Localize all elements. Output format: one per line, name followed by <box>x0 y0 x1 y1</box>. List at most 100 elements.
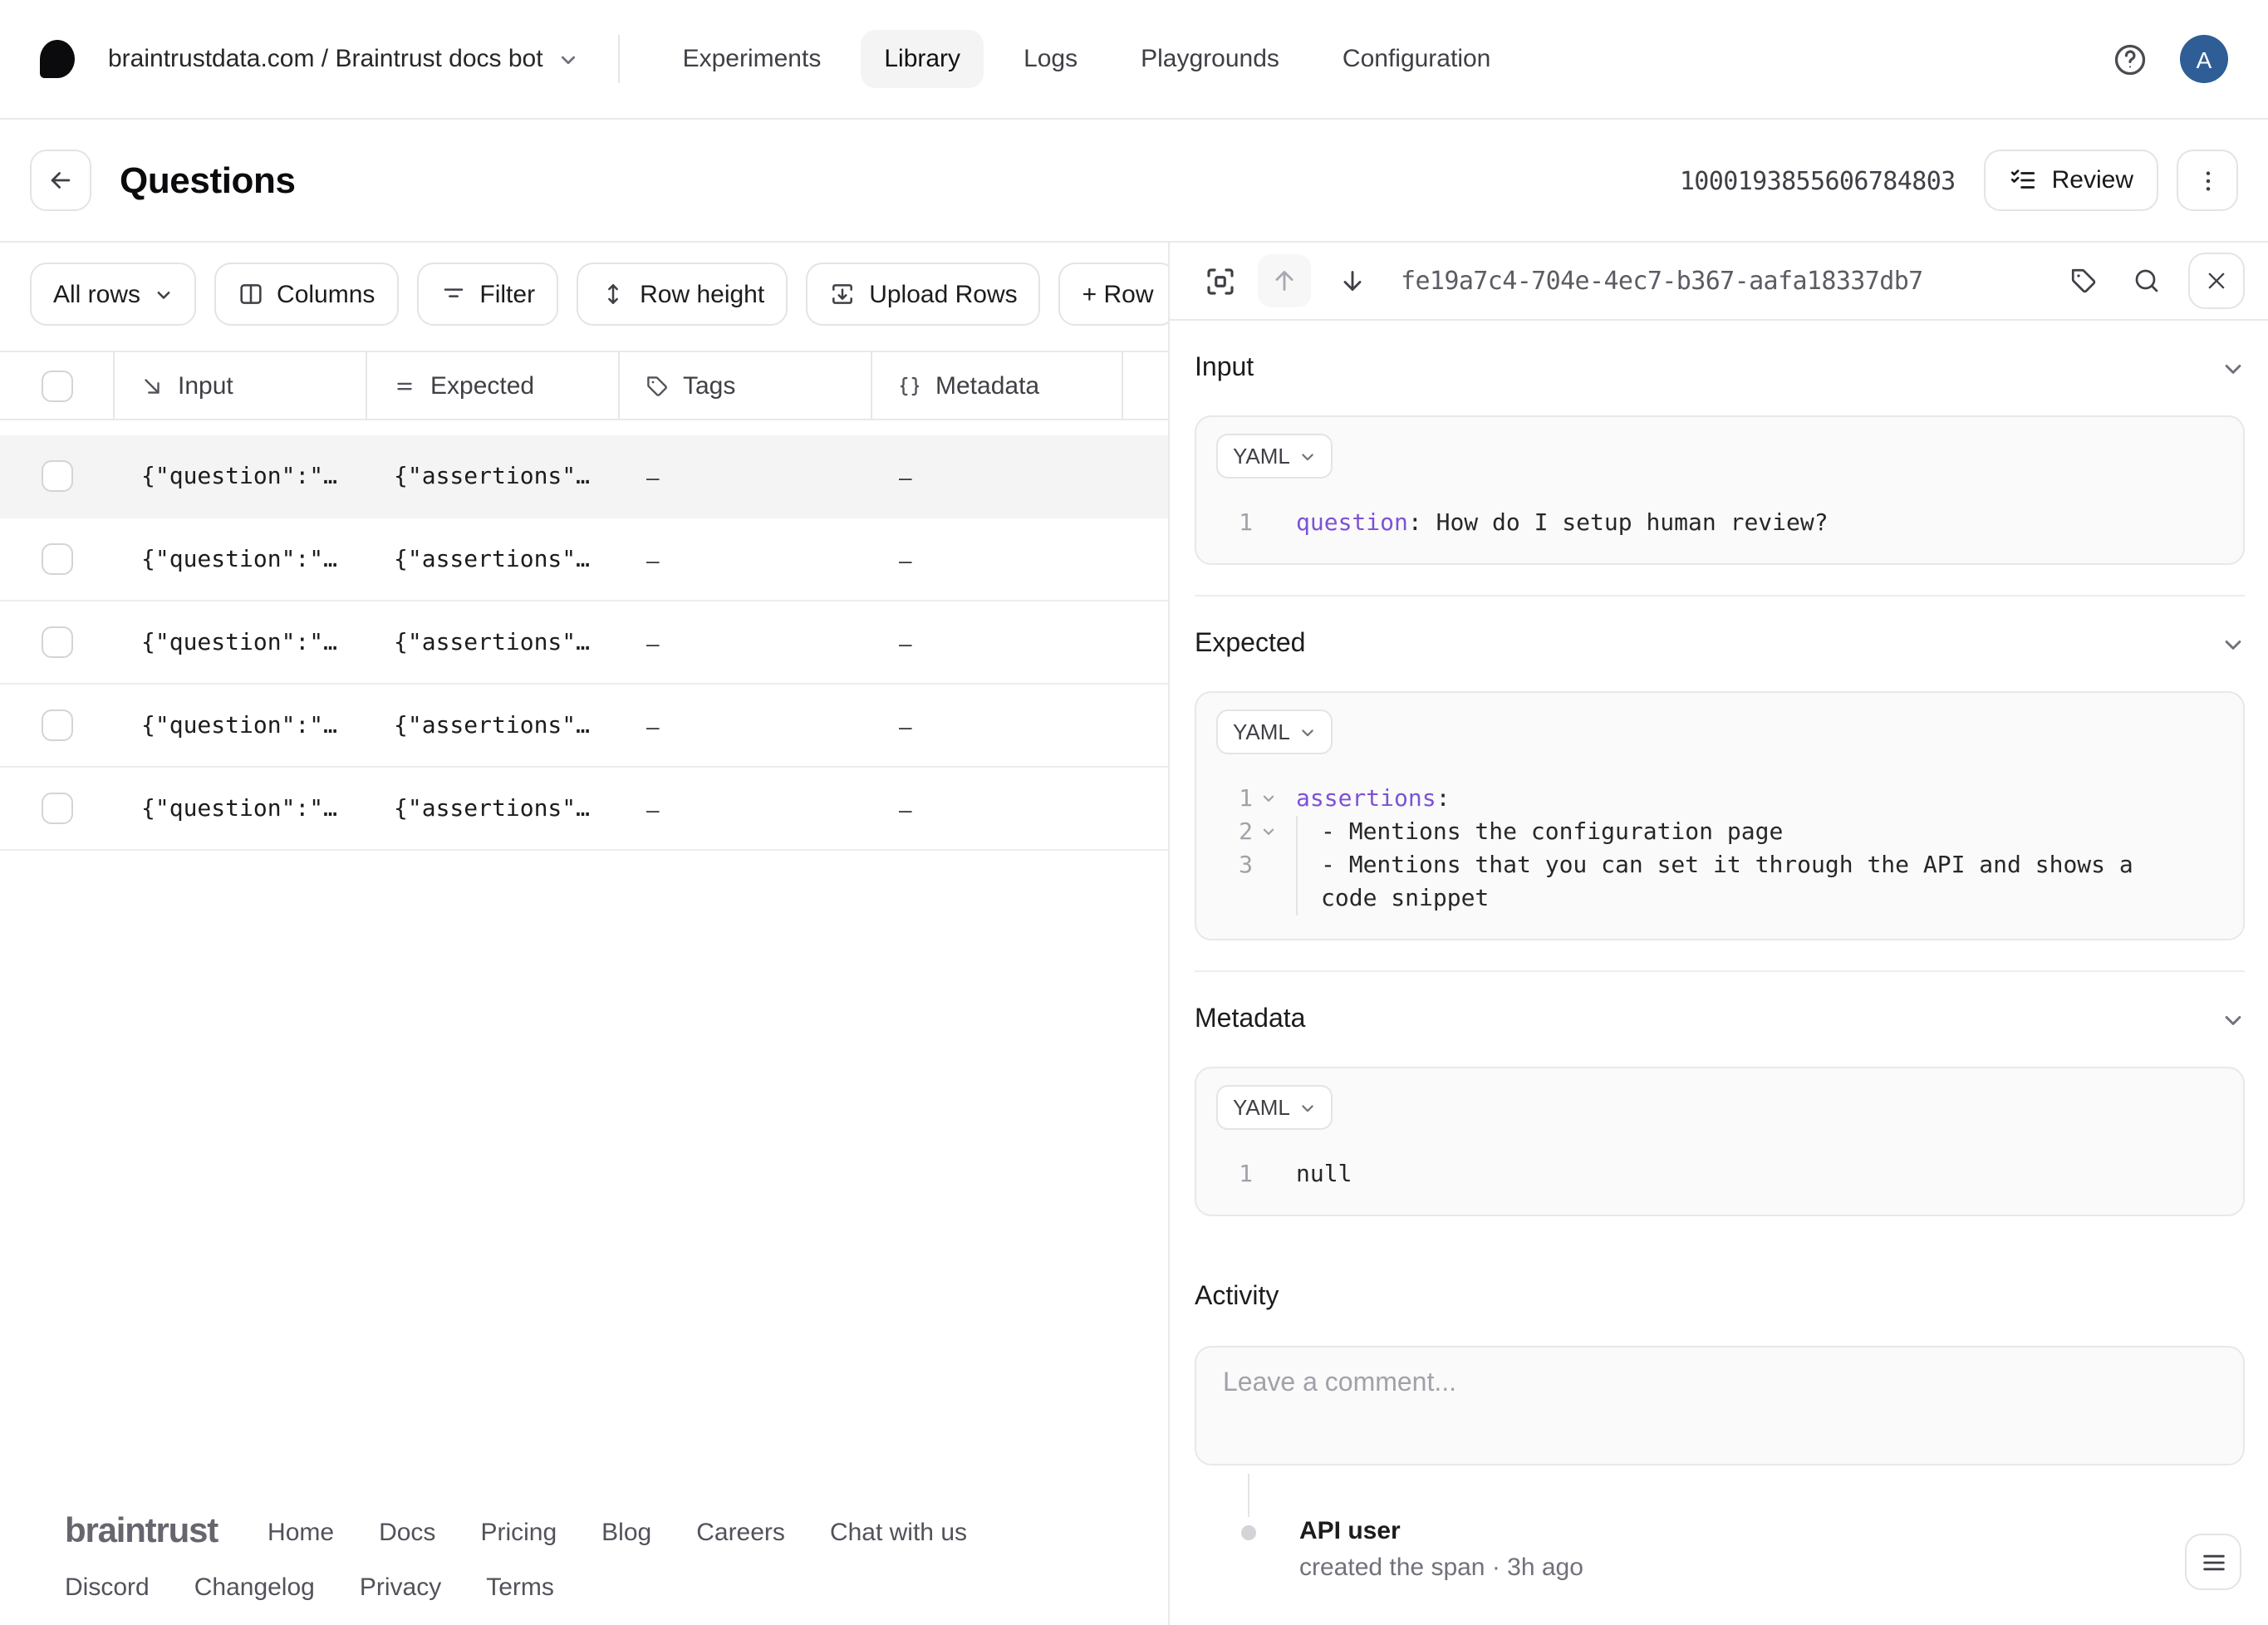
row-height-button[interactable]: Row height <box>577 263 788 326</box>
cell-metadata: – <box>899 795 912 822</box>
table-row[interactable]: {"question":"… {"assertions"… – – <box>0 685 1168 768</box>
expected-section: Expected YAML 1 assertions: 2- Mentions the … <box>1195 596 2245 972</box>
cell-expected: {"assertions"… <box>394 712 591 739</box>
cell-input: {"question":"… <box>141 712 338 739</box>
chevron-down-icon <box>558 49 578 69</box>
event-description: created the span · 3h ago <box>1299 1554 1583 1582</box>
footer-link-blog[interactable]: Blog <box>601 1518 651 1546</box>
select-all-checkbox[interactable] <box>41 370 72 401</box>
footer-link-home[interactable]: Home <box>268 1518 334 1546</box>
cell-tags: – <box>646 712 660 739</box>
upload-rows-button[interactable]: Upload Rows <box>806 263 1041 326</box>
nav-tab-experiments[interactable]: Experiments <box>660 30 845 88</box>
add-row-button[interactable]: + Row <box>1058 263 1168 326</box>
row-checkbox[interactable] <box>41 709 72 741</box>
table-row[interactable]: {"question":"… {"assertions"… – – <box>0 601 1168 685</box>
avatar[interactable]: A <box>2180 35 2228 83</box>
column-header-metadata[interactable]: Metadata <box>871 352 1123 419</box>
footer-link-privacy[interactable]: Privacy <box>360 1573 441 1602</box>
fold-chevron-icon[interactable] <box>1253 816 1283 839</box>
cell-metadata: – <box>899 629 912 655</box>
cell-metadata: – <box>899 546 912 572</box>
format-label: YAML <box>1233 719 1290 744</box>
braces-icon <box>897 373 922 398</box>
line-number: 1 <box>1239 1161 1253 1188</box>
input-section: Input YAML 1 question: How do I setup human… <box>1195 321 2245 596</box>
braintrust-wordmark: braintrust <box>65 1512 218 1550</box>
detail-panel: fe19a7c4-704e-4ec7-b367-aafa18337db7 Inp… <box>1170 243 2268 1625</box>
row-checkbox[interactable] <box>41 793 72 824</box>
table-row[interactable]: {"question":"… {"assertions"… – – <box>0 435 1168 518</box>
cell-input: {"question":"… <box>141 546 338 572</box>
cell-expected: {"assertions"… <box>394 795 591 822</box>
table-toolbar: All rows Columns Filter Row height Uploa… <box>0 243 1168 352</box>
code-line: 1 null <box>1216 1158 2223 1191</box>
footer-link-discord[interactable]: Discord <box>65 1573 150 1602</box>
braintrust-logo-icon[interactable] <box>40 40 75 78</box>
table-row[interactable]: {"question":"… {"assertions"… – – <box>0 768 1168 851</box>
format-dropdown[interactable]: YAML <box>1216 709 1333 754</box>
filter-button[interactable]: Filter <box>416 263 559 326</box>
column-header-input[interactable]: Input <box>113 352 366 419</box>
code-line: 3- Mentions that you can set it through … <box>1216 849 2223 916</box>
more-options-button[interactable] <box>2177 150 2238 211</box>
all-rows-label: All rows <box>53 280 141 308</box>
row-checkbox[interactable] <box>41 543 72 575</box>
cell-tags: – <box>646 795 660 822</box>
chevron-down-icon[interactable] <box>2221 633 2245 656</box>
review-button[interactable]: Review <box>1983 150 2158 211</box>
footer-link-terms[interactable]: Terms <box>486 1573 554 1602</box>
timeline-event: API user created the span · 3h ago <box>1231 1474 2245 1582</box>
main-split: All rows Columns Filter Row height Uploa… <box>0 243 2268 1625</box>
format-label: YAML <box>1233 444 1290 469</box>
fold-chevron-icon[interactable] <box>1253 783 1283 806</box>
nav-tab-configuration[interactable]: Configuration <box>1319 30 1514 88</box>
footer-link-careers[interactable]: Careers <box>696 1518 785 1546</box>
footer-link-changelog[interactable]: Changelog <box>194 1573 315 1602</box>
arrow-down-right-icon <box>140 373 164 398</box>
footer-link-chat-with-us[interactable]: Chat with us <box>830 1518 967 1546</box>
previous-row-button[interactable] <box>1258 254 1311 307</box>
close-panel-button[interactable] <box>2188 253 2245 309</box>
table-row[interactable]: {"question":"… {"assertions"… – – <box>0 518 1168 601</box>
nav-tab-playgrounds[interactable]: Playgrounds <box>1117 30 1303 88</box>
format-dropdown[interactable]: YAML <box>1216 1085 1333 1130</box>
column-header-expected[interactable]: Expected <box>366 352 618 419</box>
back-button[interactable] <box>30 150 91 211</box>
comment-input[interactable] <box>1195 1346 2245 1465</box>
cell-metadata: – <box>899 712 912 739</box>
dataset-id: 1000193855606784803 <box>1679 165 1956 195</box>
row-checkbox[interactable] <box>41 460 72 492</box>
tag-icon-button[interactable] <box>2059 256 2108 306</box>
footer-link-docs[interactable]: Docs <box>379 1518 435 1546</box>
columns-label: Columns <box>277 280 376 308</box>
code-line: 1 assertions: <box>1216 783 2223 816</box>
menu-fab-button[interactable] <box>2185 1534 2241 1590</box>
footer-link-pricing[interactable]: Pricing <box>480 1518 557 1546</box>
expand-icon[interactable] <box>1193 254 1246 307</box>
activity-section: Activity API user created the span · 3h … <box>1195 1246 2245 1612</box>
breadcrumb[interactable]: braintrustdata.com / Braintrust docs bot <box>108 45 578 73</box>
detail-panel-body: Input YAML 1 question: How do I setup human… <box>1170 321 2268 1625</box>
row-checkbox[interactable] <box>41 626 72 658</box>
nav-tab-logs[interactable]: Logs <box>1000 30 1101 88</box>
next-row-button[interactable] <box>1326 254 1379 307</box>
column-label: Input <box>178 371 233 400</box>
chevron-down-icon[interactable] <box>2221 1009 2245 1032</box>
nav-tab-library[interactable]: Library <box>861 30 984 88</box>
event-user: API user <box>1299 1517 1401 1545</box>
column-label: Metadata <box>935 371 1040 400</box>
chevron-down-icon[interactable] <box>2221 357 2245 380</box>
filter-label: Filter <box>479 280 536 308</box>
columns-button[interactable]: Columns <box>214 263 399 326</box>
filter-icon <box>439 281 466 307</box>
all-rows-dropdown[interactable]: All rows <box>30 263 196 326</box>
line-number: 2 <box>1239 819 1253 846</box>
chevron-down-icon <box>1300 724 1317 740</box>
column-header-tags[interactable]: Tags <box>618 352 871 419</box>
cell-tags: – <box>646 546 660 572</box>
format-dropdown[interactable]: YAML <box>1216 434 1333 479</box>
help-button[interactable] <box>2104 32 2157 86</box>
search-icon-button[interactable] <box>2122 256 2172 306</box>
timeline-line <box>1248 1474 1249 1517</box>
